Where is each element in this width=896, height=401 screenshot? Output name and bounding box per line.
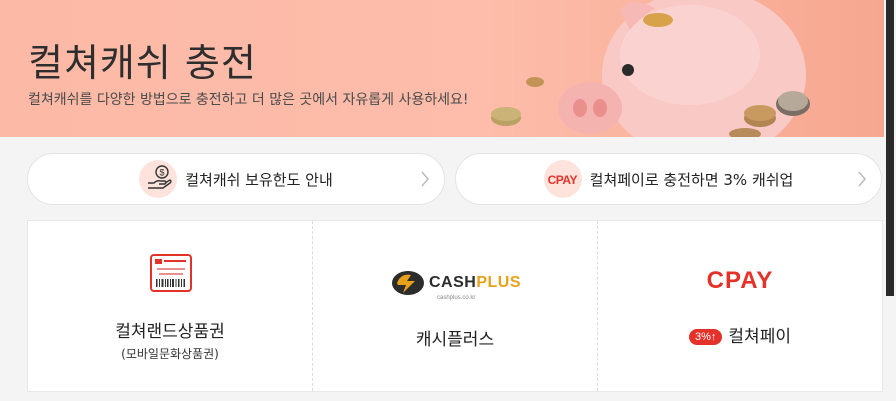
hero-banner: 컬쳐캐쉬 충전 컬쳐캐쉬를 다양한 방법으로 충전하고 더 많은 곳에서 자유롭… [0,0,884,137]
option-label-row: 3%↑ 컬쳐페이 [598,322,882,347]
cpay-logo: CPAY [706,267,774,294]
coin-hand-icon: $ [139,160,178,198]
scrollbar-thumb[interactable] [886,0,894,296]
banner-subtitle: 컬쳐캐쉬를 다양한 방법으로 충전하고 더 많은 곳에서 자유롭게 사용하세요! [28,92,469,108]
piggy-bank-illustration [491,0,810,137]
option-cultureland-giftcard[interactable]: 컬쳐랜드상품권 (모바일문화상품권) [28,221,312,391]
option-cashplus[interactable]: CASHPLUS cashplus.co.kr 캐시플러스 [312,221,597,391]
cashup-badge: 3%↑ [689,329,723,345]
option-label: 컬쳐페이 [728,327,791,347]
option-label: 캐시플러스 [415,330,495,350]
option-culturepay[interactable]: CPAY 3%↑ 컬쳐페이 [597,221,882,391]
cpay-logo-text: CPAY [547,173,578,187]
cpay-cashup-label: 컬쳐페이로 충전하면 3% 캐쉬업 [589,170,794,189]
cpay-logo-small: CPAY [543,160,582,198]
cashplus-logo-main: CASH [428,274,477,291]
cashplus-symbol-icon [391,271,424,295]
cpay-cashup-link[interactable]: CPAY 컬쳐페이로 충전하면 3% 캐쉬업 [455,153,882,205]
limit-info-link[interactable]: $ 컬쳐캐쉬 보유한도 안내 [27,153,445,205]
chevron-right-icon [421,171,429,187]
cashplus-logo-plus: PLUS [476,274,521,291]
option-label: 컬쳐랜드상품권 [115,322,225,342]
charge-options: 컬쳐랜드상품권 (모바일문화상품권) CASHPLUS cashplus.co.… [27,220,883,392]
gift-card-icon [150,254,192,292]
limit-info-label: 컬쳐캐쉬 보유한도 안내 [185,170,333,189]
option-sublabel: (모바일문화상품권) [121,347,219,361]
svg-text:$: $ [160,168,165,178]
page-scrollbar[interactable] [884,0,896,401]
page-title: 컬쳐캐쉬 충전 [28,41,257,85]
cashplus-url: cashplus.co.kr [437,295,476,301]
chevron-right-icon [858,171,866,187]
cashplus-logo: CASHPLUS cashplus.co.kr [391,268,521,301]
